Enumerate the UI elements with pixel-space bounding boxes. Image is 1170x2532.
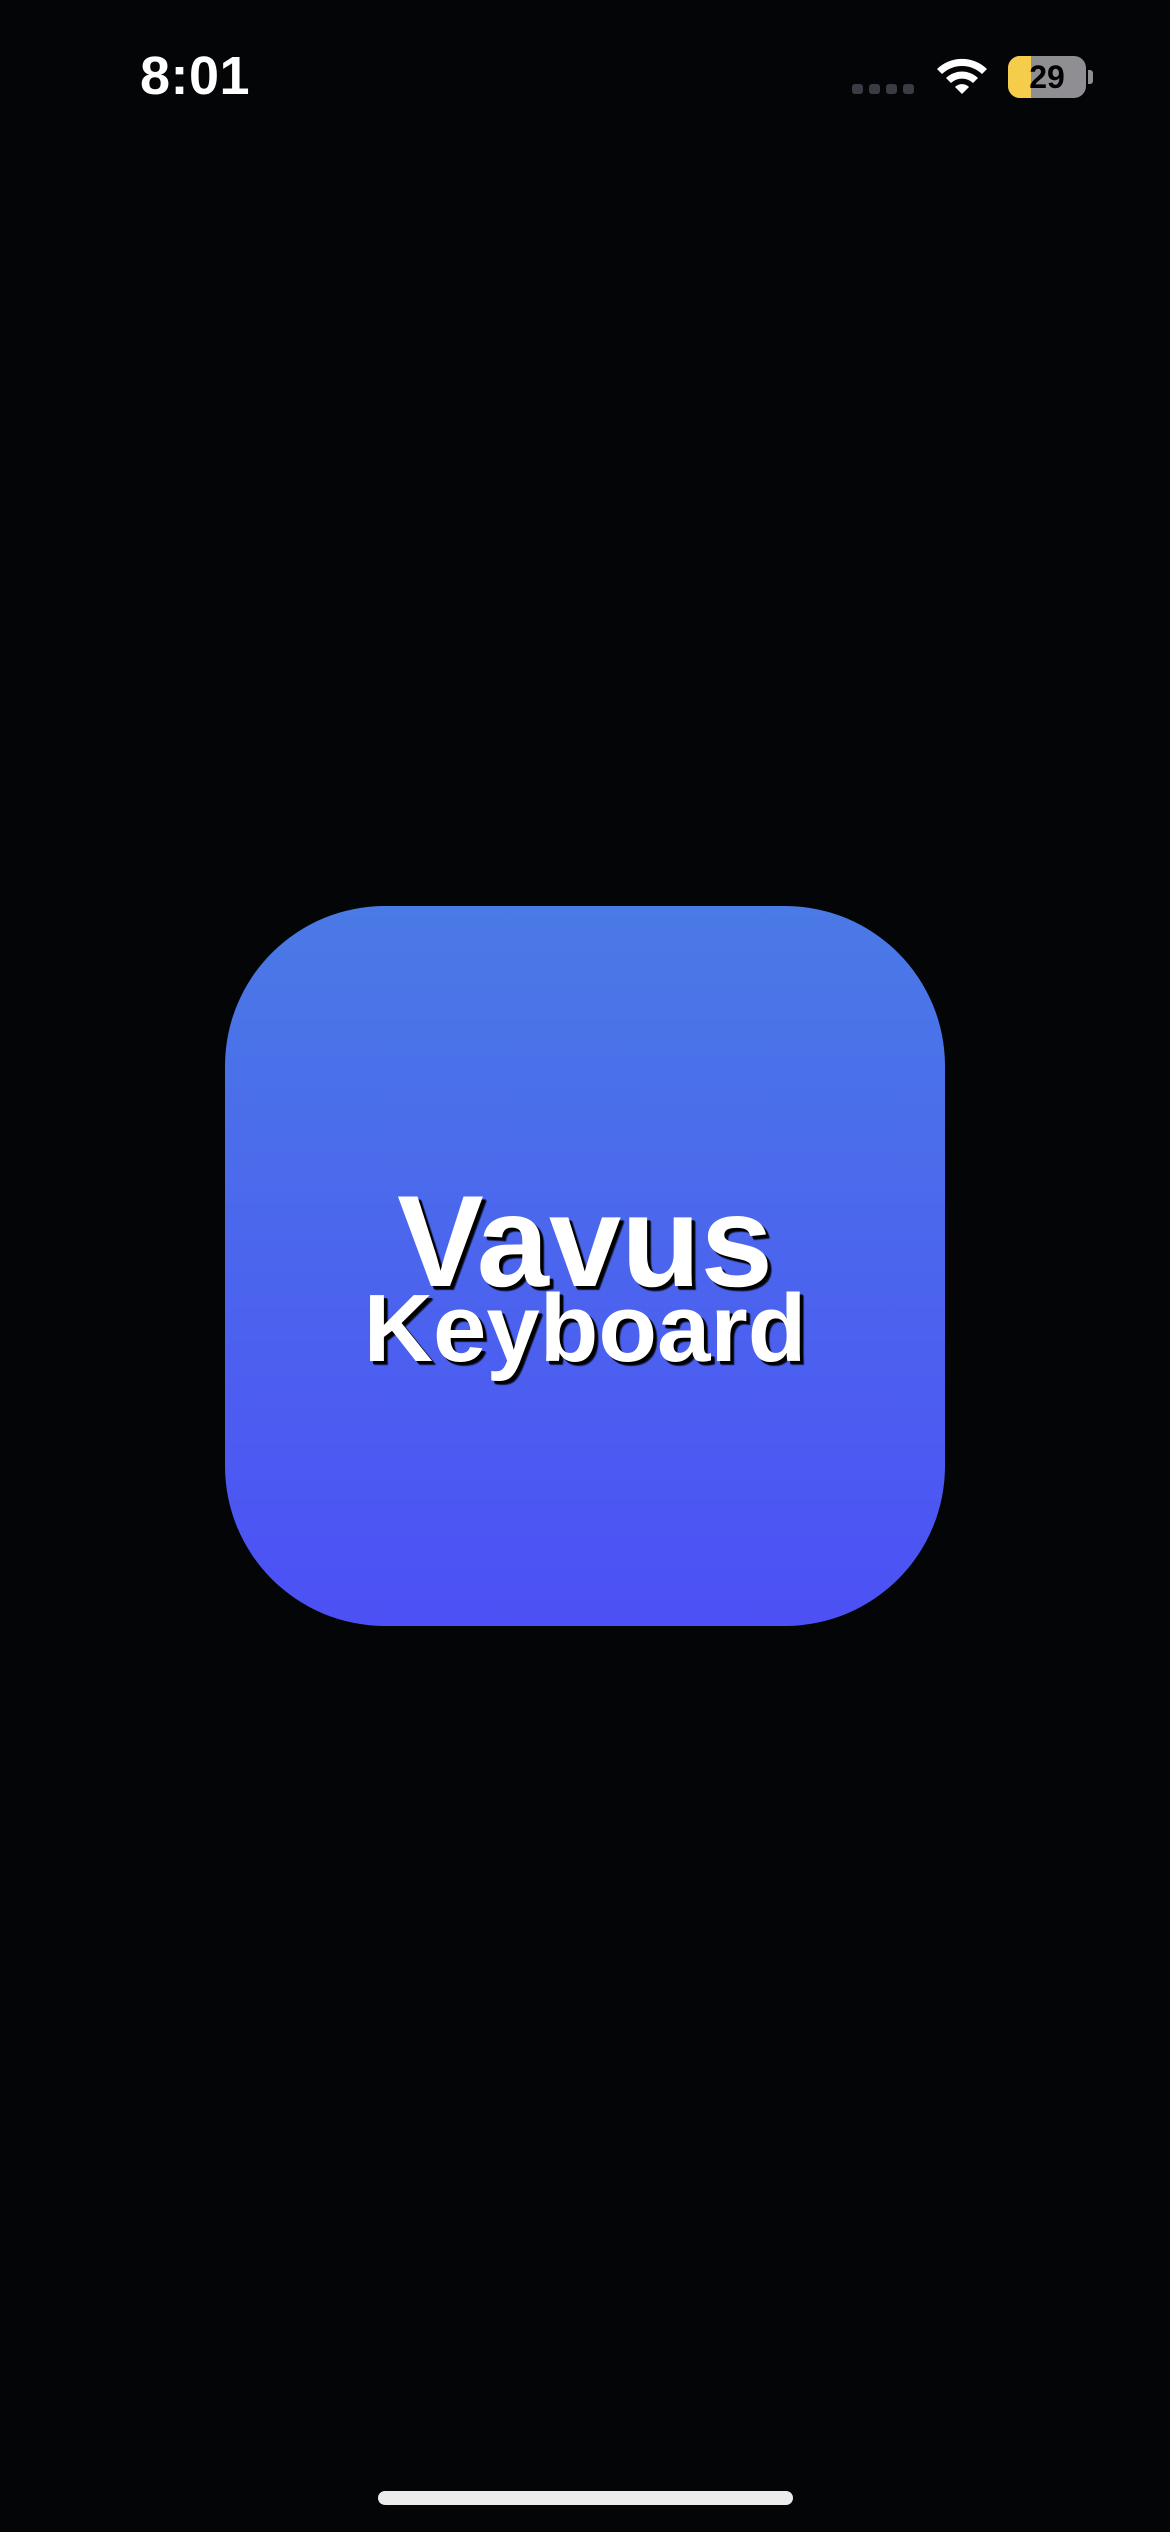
app-logo-subtitle: Keyboard (363, 1275, 807, 1382)
battery-icon: 29 (1008, 56, 1086, 98)
wifi-icon (937, 58, 987, 94)
battery-percent: 29 (1029, 59, 1065, 95)
splash-screen: 8:01 29 Vavus Keyboard (0, 0, 1170, 2532)
battery-cap (1088, 70, 1093, 84)
status-time: 8:01 (140, 46, 251, 106)
status-bar: 8:01 29 (0, 0, 1170, 150)
home-indicator[interactable] (378, 2491, 793, 2505)
cellular-signal-icon (852, 84, 916, 94)
app-logo: Vavus Keyboard (225, 906, 945, 1626)
